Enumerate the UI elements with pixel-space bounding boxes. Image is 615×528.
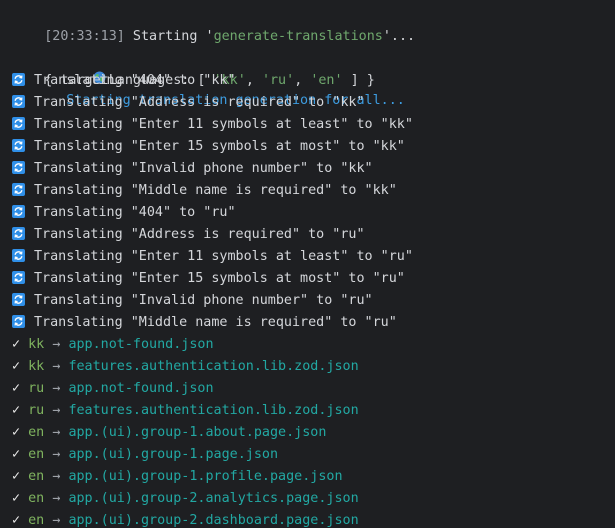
arrow-icon: → bbox=[52, 447, 61, 462]
translating-text: Translating "Address is required" to "ru… bbox=[34, 227, 365, 242]
generated-file-line: ✓ en → app.(ui).group-2.dashboard.page.j… bbox=[12, 510, 359, 528]
sync-icon bbox=[12, 205, 25, 218]
top-clip bbox=[0, 0, 615, 3]
sync-icon bbox=[12, 95, 25, 108]
check-icon: ✓ bbox=[12, 337, 21, 352]
language-code: kk bbox=[28, 359, 45, 374]
arrow-icon: → bbox=[52, 513, 61, 528]
translating-line: Translating "Enter 11 symbols at least" … bbox=[12, 246, 413, 268]
generation-start-line: Starting translation generation for all.… bbox=[12, 26, 405, 108]
arrow-icon: → bbox=[52, 337, 61, 352]
arrow-icon: → bbox=[52, 381, 61, 396]
translating-line: Translating "Middle name is required" to… bbox=[12, 180, 397, 202]
translating-line: Translating "404" to "ru" bbox=[12, 202, 236, 224]
sync-icon bbox=[12, 227, 25, 240]
file-path: app.(ui).group-2.dashboard.page.json bbox=[68, 513, 359, 528]
language-code: en bbox=[28, 447, 45, 462]
language-code: en bbox=[28, 469, 45, 484]
terminal-output[interactable]: [20:33:13] Starting 'generate-translatio… bbox=[0, 0, 615, 528]
language-code: en bbox=[28, 425, 45, 440]
check-icon: ✓ bbox=[12, 447, 21, 462]
generated-file-line: ✓ en → app.(ui).group-1.about.page.json bbox=[12, 422, 326, 444]
generated-file-line: ✓ ru → features.authentication.lib.zod.j… bbox=[12, 400, 359, 422]
translating-line: Translating "Enter 15 symbols at most" t… bbox=[12, 136, 405, 158]
separator: , bbox=[294, 73, 311, 88]
check-icon: ✓ bbox=[12, 359, 21, 374]
translating-line: Translating "Address is required" to "ru… bbox=[12, 224, 365, 246]
sync-icon bbox=[12, 117, 25, 130]
translating-line: Translating "Enter 11 symbols at least" … bbox=[12, 114, 413, 136]
target-languages-suffix: ] } bbox=[342, 73, 375, 88]
translating-line: Translating "Middle name is required" to… bbox=[12, 312, 397, 334]
translating-text: Translating "Invalid phone number" to "r… bbox=[34, 293, 373, 308]
separator: , bbox=[245, 73, 262, 88]
language-code: ru bbox=[28, 403, 45, 418]
file-path: app.not-found.json bbox=[68, 337, 214, 352]
sync-icon bbox=[12, 139, 25, 152]
file-path: features.authentication.lib.zod.json bbox=[68, 403, 359, 418]
translating-text: Translating "Enter 15 symbols at most" t… bbox=[34, 271, 405, 286]
file-path: app.(ui).group-1.page.json bbox=[68, 447, 279, 462]
translating-text: Translating "Invalid phone number" to "k… bbox=[34, 161, 373, 176]
target-languages-line: { targetLanguages: [ 'kk', 'ru', 'en' ] … bbox=[12, 48, 375, 88]
translating-text: Translating "Middle name is required" to… bbox=[34, 183, 397, 198]
sync-icon bbox=[12, 73, 25, 86]
file-path: app.(ui).group-2.analytics.page.json bbox=[68, 491, 359, 506]
sync-icon bbox=[12, 249, 25, 262]
translating-text: Translating "404" to "kk" bbox=[34, 73, 236, 88]
language-code: en bbox=[28, 513, 45, 528]
file-path: app.(ui).group-1.profile.page.json bbox=[68, 469, 343, 484]
generated-file-line: ✓ ru → app.not-found.json bbox=[12, 378, 214, 400]
translating-text: Translating "Middle name is required" to… bbox=[34, 315, 397, 330]
translating-text: Translating "Address is required" to "kk… bbox=[34, 95, 365, 110]
arrow-icon: → bbox=[52, 491, 61, 506]
generated-file-line: ✓ en → app.(ui).group-1.profile.page.jso… bbox=[12, 466, 343, 488]
sync-icon bbox=[12, 293, 25, 306]
arrow-icon: → bbox=[52, 425, 61, 440]
generated-file-line: ✓ kk → features.authentication.lib.zod.j… bbox=[12, 356, 359, 378]
check-icon: ✓ bbox=[12, 425, 21, 440]
file-path: features.authentication.lib.zod.json bbox=[68, 359, 359, 374]
generated-file-line: ✓ en → app.(ui).group-2.analytics.page.j… bbox=[12, 488, 359, 510]
sync-icon bbox=[12, 271, 25, 284]
file-path: app.not-found.json bbox=[68, 381, 214, 396]
language-code: ru bbox=[28, 381, 45, 396]
translating-text: Translating "404" to "ru" bbox=[34, 205, 236, 220]
translating-line: Translating "Address is required" to "kk… bbox=[12, 92, 365, 114]
generated-file-line: ✓ kk → app.not-found.json bbox=[12, 334, 214, 356]
arrow-icon: → bbox=[52, 403, 61, 418]
language-code: kk bbox=[28, 337, 45, 352]
translating-line: Translating "Invalid phone number" to "r… bbox=[12, 290, 373, 312]
translating-text: Translating "Enter 15 symbols at most" t… bbox=[34, 139, 405, 154]
sync-icon bbox=[12, 315, 25, 328]
check-icon: ✓ bbox=[12, 403, 21, 418]
sync-icon bbox=[12, 161, 25, 174]
generated-file-line: ✓ en → app.(ui).group-1.page.json bbox=[12, 444, 278, 466]
translating-line: Translating "404" to "kk" bbox=[12, 70, 236, 92]
check-icon: ✓ bbox=[12, 469, 21, 484]
translating-text: Translating "Enter 11 symbols at least" … bbox=[34, 249, 413, 264]
task-start-line: [20:33:13] Starting 'generate-translatio… bbox=[12, 4, 415, 44]
arrow-icon: → bbox=[52, 359, 61, 374]
translating-line: Translating "Invalid phone number" to "k… bbox=[12, 158, 373, 180]
translating-line: Translating "Enter 15 symbols at most" t… bbox=[12, 268, 405, 290]
check-icon: ✓ bbox=[12, 513, 21, 528]
sync-icon bbox=[12, 183, 25, 196]
language-en: 'en' bbox=[310, 73, 343, 88]
arrow-icon: → bbox=[52, 469, 61, 484]
language-code: en bbox=[28, 491, 45, 506]
file-path: app.(ui).group-1.about.page.json bbox=[68, 425, 327, 440]
translating-text: Translating "Enter 11 symbols at least" … bbox=[34, 117, 413, 132]
check-icon: ✓ bbox=[12, 381, 21, 396]
language-ru: 'ru' bbox=[261, 73, 295, 88]
check-icon: ✓ bbox=[12, 491, 21, 506]
